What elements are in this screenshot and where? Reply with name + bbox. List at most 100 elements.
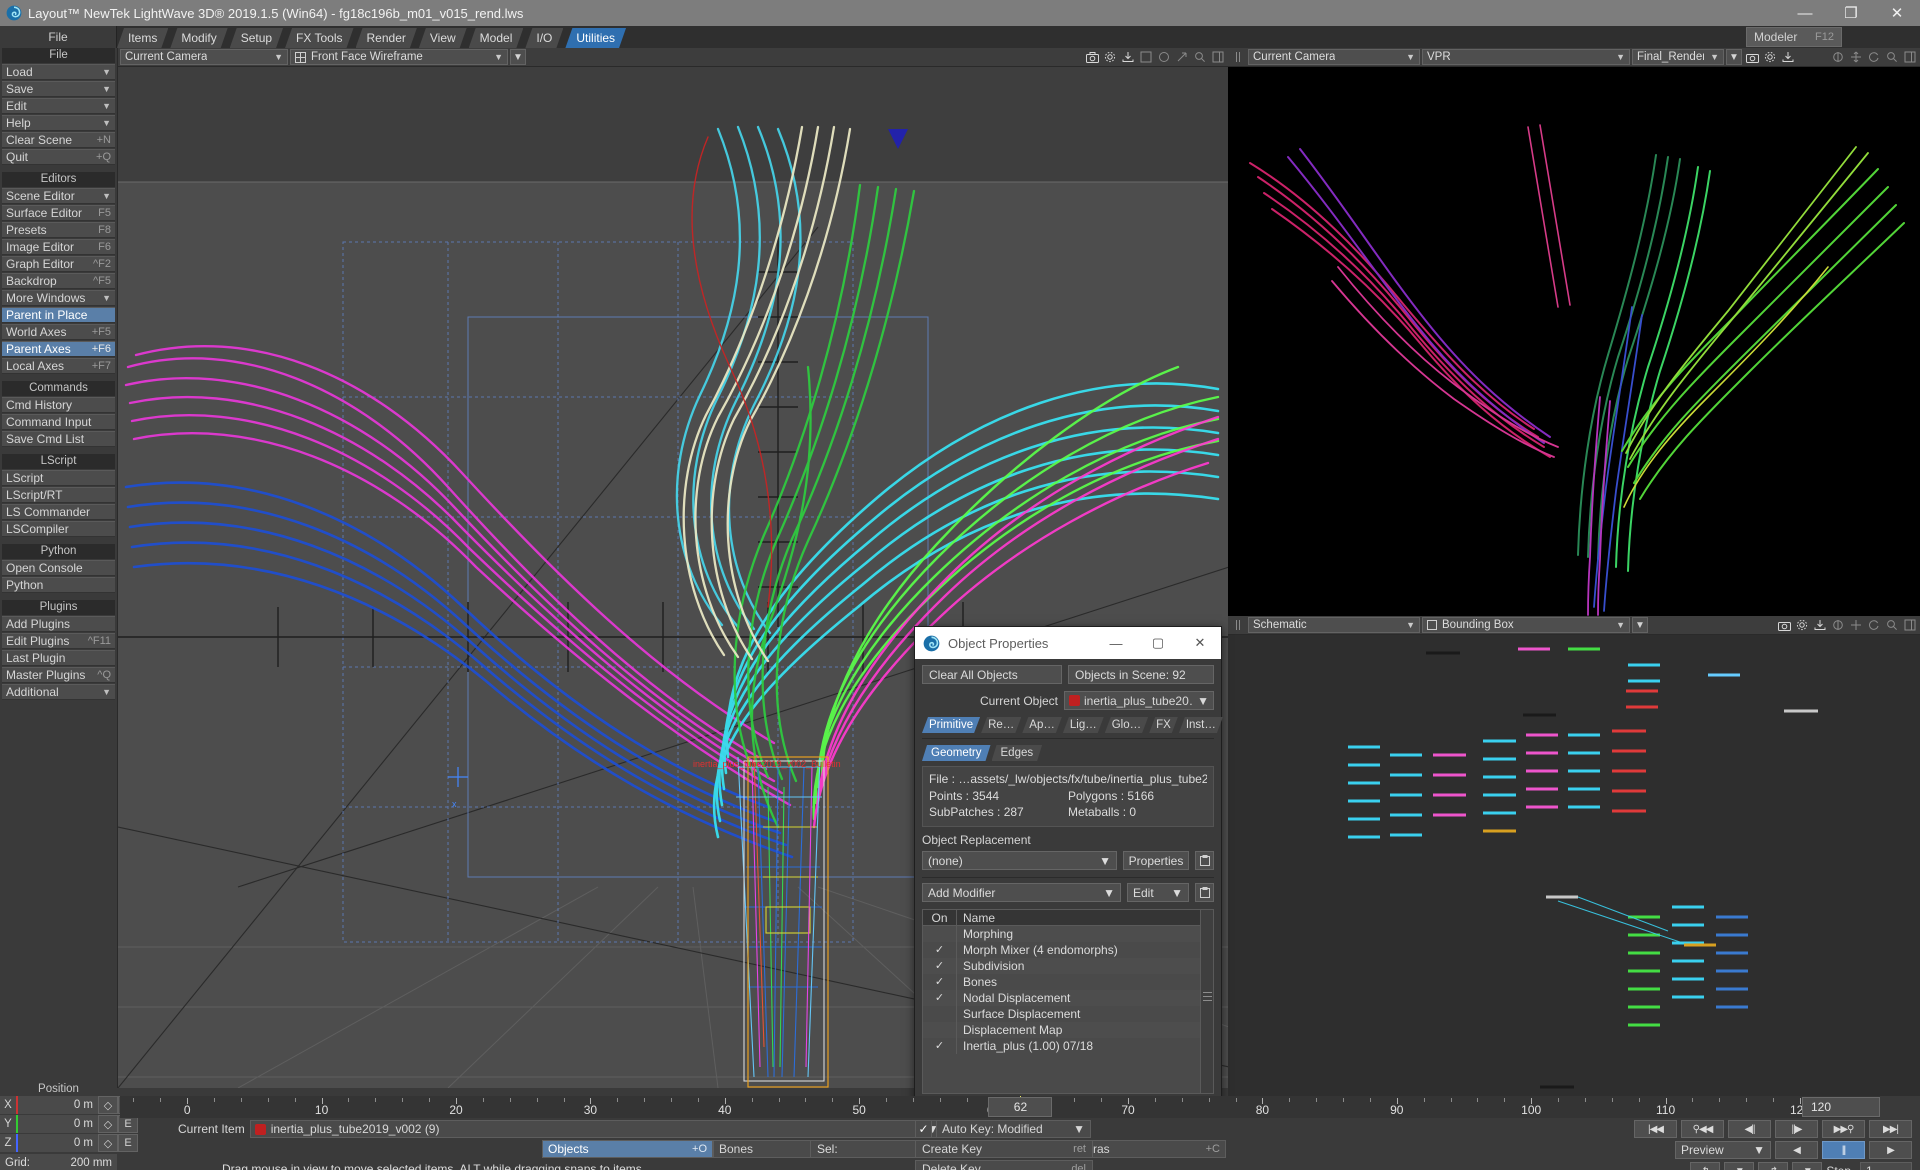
menu-tab-render[interactable]: Render bbox=[356, 28, 417, 48]
schematic-maximize-icon[interactable] bbox=[1902, 617, 1918, 633]
schematic-options-button[interactable]: ▼ bbox=[1632, 617, 1648, 633]
modifier-enabled-checkbox[interactable]: ✓ bbox=[923, 942, 957, 958]
sidebar-item-more-windows[interactable]: More Windows ▼ bbox=[2, 290, 115, 306]
play-backward-button[interactable]: ◀ bbox=[1775, 1141, 1818, 1159]
sidebar-item-cmd-history[interactable]: Cmd History bbox=[2, 397, 115, 413]
file-menu-label[interactable]: File bbox=[0, 26, 117, 48]
keyframe-diamond-icon[interactable]: ◇ bbox=[98, 1115, 118, 1133]
sidebar-item-edit-plugins[interactable]: Edit Plugins ^F11 bbox=[2, 633, 115, 649]
sidebar-item-open-console[interactable]: Open Console bbox=[2, 560, 115, 576]
modifier-enabled-checkbox[interactable] bbox=[923, 1006, 957, 1022]
transport-button-1[interactable]: ⚲◀◀ bbox=[1681, 1120, 1724, 1138]
menu-tab-setup[interactable]: Setup bbox=[230, 28, 283, 48]
sidebar-item-lscript[interactable]: LScript bbox=[2, 470, 115, 486]
mode-button-objects[interactable]: Objects +O bbox=[542, 1140, 713, 1158]
dialog-subtab-edges[interactable]: Edges bbox=[992, 745, 1043, 761]
transport-button-2[interactable]: ◀|| bbox=[1728, 1120, 1771, 1138]
modifier-enabled-checkbox[interactable]: ✓ bbox=[923, 958, 957, 974]
schematic-viewport[interactable]: Schematic ▼ Bounding Box ▼ ▼ bbox=[1228, 616, 1920, 1126]
viewport-tool-3-icon[interactable] bbox=[1174, 49, 1190, 65]
save-image-icon[interactable] bbox=[1120, 49, 1136, 65]
transport-button-5[interactable]: ▶▶| bbox=[1869, 1120, 1912, 1138]
preview-dropdown[interactable]: Preview ▼ bbox=[1675, 1141, 1771, 1159]
minimize-button[interactable]: — bbox=[1782, 0, 1828, 26]
sidebar-item-edit[interactable]: Edit ▼ bbox=[2, 98, 115, 114]
maximize-button[interactable]: ❐ bbox=[1828, 0, 1874, 26]
render-maximize-icon[interactable] bbox=[1902, 49, 1918, 65]
auto-key-dropdown[interactable]: Auto Key: Modified ▼ bbox=[936, 1120, 1091, 1138]
auto-key-checkbox[interactable]: ✓ bbox=[915, 1120, 932, 1138]
dialog-tab-5[interactable]: FX bbox=[1149, 717, 1178, 733]
sidebar-item-graph-editor[interactable]: Graph Editor ^F2 bbox=[2, 256, 115, 272]
render-mode-dropdown[interactable]: VPR ▼ bbox=[1422, 49, 1630, 65]
current-frame-field[interactable]: 62 bbox=[988, 1097, 1053, 1117]
menu-tab-fx-tools[interactable]: FX Tools bbox=[285, 28, 353, 48]
coord-value-y[interactable]: 0 m bbox=[18, 1115, 98, 1133]
viewport-maximize-icon[interactable] bbox=[1210, 49, 1226, 65]
viewport-search-icon[interactable] bbox=[1192, 49, 1208, 65]
sidebar-item-python[interactable]: Python bbox=[2, 577, 115, 593]
dialog-tab-1[interactable]: Re… bbox=[981, 717, 1021, 733]
sidebar-item-command-input[interactable]: Command Input bbox=[2, 414, 115, 430]
modifier-edit-dropdown[interactable]: Edit ▼ bbox=[1127, 883, 1189, 902]
menu-tab-view[interactable]: View bbox=[419, 28, 467, 48]
modifier-row[interactable]: ✓ Inertia_plus (1.00) 07/18 bbox=[923, 1038, 1213, 1054]
modifier-row[interactable]: Surface Displacement bbox=[923, 1006, 1213, 1022]
dialog-tab-0[interactable]: Primitive bbox=[922, 717, 980, 733]
sidebar-item-world-axes[interactable]: World Axes +F5 bbox=[2, 324, 115, 340]
render-camera-icon[interactable] bbox=[1744, 49, 1760, 65]
sidebar-item-additional[interactable]: Additional ▼ bbox=[2, 684, 115, 700]
modifier-row[interactable]: ✓ Bones bbox=[923, 974, 1213, 990]
sidebar-item-add-plugins[interactable]: Add Plugins bbox=[2, 616, 115, 632]
schematic-viewport-canvas[interactable] bbox=[1228, 635, 1920, 1126]
sidebar-item-parent-in-place[interactable]: Parent in Place bbox=[2, 307, 115, 323]
render-quality-dropdown[interactable]: Final_Render ▼ bbox=[1632, 49, 1724, 65]
transport-button-3[interactable]: ||▶ bbox=[1775, 1120, 1818, 1138]
render-gear-icon[interactable] bbox=[1762, 49, 1778, 65]
schematic-display-dropdown[interactable]: Bounding Box ▼ bbox=[1422, 617, 1630, 633]
current-item-dropdown[interactable]: inertia_plus_tube2019_v002 (9) ▼ bbox=[249, 1120, 944, 1138]
schematic-save-icon[interactable] bbox=[1812, 617, 1828, 633]
sidebar-item-scene-editor[interactable]: Scene Editor ▼ bbox=[2, 188, 115, 204]
sidebar-item-quit[interactable]: Quit +Q bbox=[2, 149, 115, 165]
render-viewport-canvas[interactable] bbox=[1228, 67, 1920, 616]
main-camera-dropdown[interactable]: Current Camera ▼ bbox=[120, 49, 288, 65]
render-viewport-handle-icon[interactable] bbox=[1230, 49, 1246, 65]
play-forward-button[interactable]: ▶ bbox=[1869, 1141, 1912, 1159]
close-button[interactable]: ✕ bbox=[1874, 0, 1920, 26]
keyframe-diamond-icon[interactable]: ◇ bbox=[98, 1134, 118, 1152]
coord-value-x[interactable]: 0 m bbox=[18, 1096, 98, 1114]
undo-button[interactable]: ↰ bbox=[1690, 1162, 1721, 1170]
dialog-minimize-button[interactable]: — bbox=[1095, 627, 1137, 659]
object-replacement-dropdown[interactable]: (none) ▼ bbox=[922, 851, 1117, 870]
modifier-row[interactable]: Displacement Map bbox=[923, 1022, 1213, 1038]
sidebar-item-image-editor[interactable]: Image Editor F6 bbox=[2, 239, 115, 255]
sidebar-item-save-cmd-list[interactable]: Save Cmd List bbox=[2, 431, 115, 447]
render-zoom-icon[interactable] bbox=[1884, 49, 1900, 65]
menu-tab-items[interactable]: Items bbox=[117, 28, 168, 48]
step-value-field[interactable]: 1 bbox=[1860, 1162, 1912, 1170]
sidebar-item-lscompiler[interactable]: LSCompiler bbox=[2, 521, 115, 537]
gear-icon[interactable] bbox=[1102, 49, 1118, 65]
pause-button[interactable]: || bbox=[1822, 1141, 1865, 1159]
render-camera-dropdown[interactable]: Current Camera ▼ bbox=[1248, 49, 1420, 65]
modifier-enabled-checkbox[interactable]: ✓ bbox=[923, 1038, 957, 1054]
edit-curve-button-z[interactable]: E bbox=[118, 1134, 138, 1152]
sidebar-item-presets[interactable]: Presets F8 bbox=[2, 222, 115, 238]
dialog-tab-3[interactable]: Lig… bbox=[1063, 717, 1104, 733]
dialog-maximize-button[interactable]: ▢ bbox=[1137, 627, 1179, 659]
menu-tab-model[interactable]: Model bbox=[469, 28, 524, 48]
modifier-clipboard-icon[interactable] bbox=[1195, 883, 1214, 902]
add-modifier-dropdown[interactable]: Add Modifier ▼ bbox=[922, 883, 1121, 902]
modifier-list[interactable]: On Name Morphing ✓ Morph Mixer (4 endomorp… bbox=[922, 909, 1214, 1094]
render-options-button[interactable]: ▼ bbox=[1726, 49, 1742, 65]
viewport-tool-2-icon[interactable] bbox=[1156, 49, 1172, 65]
schematic-pan-icon[interactable] bbox=[1848, 617, 1864, 633]
transport-button-0[interactable]: |◀◀ bbox=[1634, 1120, 1677, 1138]
sidebar-item-lscript-rt[interactable]: LScript/RT bbox=[2, 487, 115, 503]
clear-all-objects-button[interactable]: Clear All Objects bbox=[922, 665, 1062, 684]
schematic-zoom-icon[interactable] bbox=[1884, 617, 1900, 633]
render-viewport[interactable]: Current Camera ▼ VPR ▼ Final_Render ▼ ▼ bbox=[1228, 48, 1920, 616]
sidebar-item-load[interactable]: Load ▼ bbox=[2, 64, 115, 80]
render-rotate-icon[interactable] bbox=[1830, 49, 1846, 65]
